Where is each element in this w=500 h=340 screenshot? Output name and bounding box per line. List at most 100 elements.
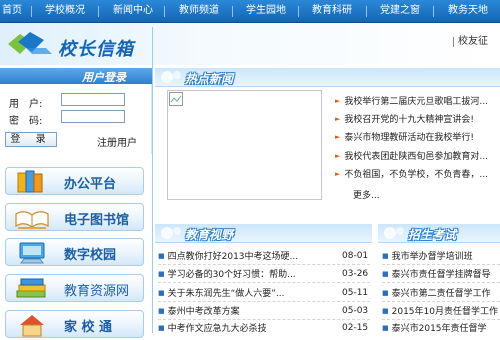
edu-vision-item[interactable]: ■ 学习必备的30个好习惯：帮助... — [158, 268, 296, 280]
hot-news-more-link[interactable]: 更多... — [353, 188, 380, 201]
arrow-bullet-icon: ► — [335, 152, 341, 160]
office-platform-button[interactable]: 办公平台 — [5, 167, 144, 195]
bubble-icon — [159, 224, 185, 245]
nav-home[interactable]: 首页 — [2, 0, 22, 22]
square-bullet-icon: ■ — [382, 270, 389, 278]
login-panel-header: 用户登录 — [0, 68, 152, 84]
square-bullet-icon: ■ — [382, 252, 389, 260]
news-item[interactable]: ► 泰兴市物理教研活动在我校举行! — [335, 131, 474, 143]
register-link[interactable]: 注册用户 — [97, 134, 137, 149]
enrollment-item[interactable]: ■ 泰兴市第二责任督学工作 — [382, 287, 491, 299]
edu-vision-item-date: 02-15 — [342, 323, 369, 333]
row-divider — [382, 301, 500, 303]
enrollment-item[interactable]: ■ 泰兴市2015年责任督学 — [382, 322, 487, 334]
education-resources-label: 教育资源网 — [64, 284, 130, 299]
news-item[interactable]: ► 我校召开党的十九大精神宣讲会! — [335, 113, 474, 125]
principal-mailbox-icon — [6, 30, 54, 61]
arrow-bullet-icon: ► — [335, 133, 341, 141]
bubble-icon — [382, 224, 408, 245]
computer-icon — [12, 241, 52, 268]
alumni-link[interactable]: 校友征 — [453, 34, 488, 50]
nav-school-overview[interactable]: 学校概况 — [45, 0, 85, 22]
square-bullet-icon: ■ — [382, 324, 389, 332]
enrollment-item[interactable]: ■ 我市举办督学培训班 — [382, 250, 473, 262]
username-label: 用 户: — [9, 99, 43, 110]
open-book-icon — [12, 206, 52, 233]
square-bullet-icon: ■ — [158, 289, 165, 297]
nav-separator — [98, 6, 99, 17]
edu-vision-item-date: 05-11 — [342, 288, 369, 298]
news-item-title: 我校代表团赴陕西旬邑参加教育对... — [344, 152, 488, 162]
edu-vision-item[interactable]: ■ 中考作文应急九大必杀技 — [158, 322, 267, 334]
arrow-bullet-icon: ► — [335, 170, 341, 178]
home-school-label: 家 校 通 — [64, 320, 113, 335]
edu-vision-item[interactable]: ■ 关于朱东润先生“做人六要”... — [158, 287, 285, 299]
login-heading: 用户登录 — [82, 71, 126, 84]
square-bullet-icon: ■ — [158, 270, 165, 278]
edu-vision-item[interactable]: ■ 四点教你打好2013中考这场硬... — [158, 250, 298, 262]
row-divider — [158, 264, 370, 266]
bubble-icon — [159, 68, 185, 89]
square-bullet-icon: ■ — [382, 307, 389, 315]
edu-vision-item-date: 08-01 — [342, 251, 369, 261]
nav-separator — [164, 6, 165, 17]
broken-image-icon — [169, 92, 183, 109]
banner-separator — [453, 37, 454, 47]
news-item[interactable]: ► 我校举行第二届庆元旦歌唱工拔河... — [335, 95, 488, 107]
news-image[interactable] — [167, 90, 322, 200]
office-platform-label: 办公平台 — [64, 177, 117, 192]
row-divider — [158, 282, 370, 284]
row-divider — [382, 264, 500, 266]
digital-campus-button[interactable]: 数字校园 — [5, 238, 144, 266]
password-input[interactable] — [61, 110, 125, 123]
square-bullet-icon: ■ — [158, 324, 165, 332]
enrollment-item-title: 2015年10月责任督学工作 — [391, 307, 498, 317]
e-library-label: 电子图书馆 — [64, 213, 130, 228]
news-item-title: 我校举行第二届庆元旦歌唱工拔河... — [344, 97, 488, 107]
alumni-link-label: 校友征 — [458, 36, 488, 47]
enrollment-item[interactable]: ■ 泰兴市责任督学挂牌督导 — [382, 268, 491, 280]
hot-news-heading: 热点新闻 — [185, 72, 234, 86]
enrollment-item-title: 泰兴市第二责任督学工作 — [391, 289, 491, 299]
arrow-bullet-icon: ► — [335, 97, 341, 105]
e-library-button[interactable]: 电子图书馆 — [5, 203, 144, 231]
nav-news-center[interactable]: 新闻中心 — [113, 0, 153, 22]
edu-vision-item-title: 学习必备的30个好习惯：帮助... — [167, 270, 296, 280]
education-resources-button[interactable]: 教育资源网 — [5, 274, 144, 302]
edu-vision-item-title: 关于朱东润先生“做人六要”... — [167, 289, 285, 299]
edu-vision-item[interactable]: ■ 泰州中考改革方案 — [158, 305, 240, 317]
nav-student-garden[interactable]: 学生园地 — [246, 0, 286, 22]
row-divider — [158, 301, 370, 303]
nav-education-research[interactable]: 教育科研 — [312, 0, 352, 22]
news-item-title: 泰兴市物理教研活动在我校举行! — [344, 133, 474, 143]
edu-vision-header: 教育视野 — [155, 224, 372, 243]
home-school-button[interactable]: 家 校 通 — [5, 310, 144, 338]
news-item[interactable]: ► 不负祖国，不负学校，不负青春，... — [335, 168, 488, 180]
edu-vision-heading: 教育视野 — [185, 228, 234, 242]
nav-separator — [298, 6, 299, 17]
row-divider — [158, 319, 370, 321]
stacked-books-icon — [12, 277, 52, 304]
row-divider — [382, 319, 500, 321]
login-button[interactable]: 登 录 — [5, 132, 57, 147]
enrollment-header: 招生考试 — [378, 224, 500, 243]
edu-vision-item-title: 泰州中考改革方案 — [167, 307, 240, 317]
hot-news-header: 热点新闻 — [155, 68, 500, 87]
principal-mailbox-title[interactable]: 校长信箱 — [58, 35, 134, 61]
row-divider — [382, 282, 500, 284]
edu-vision-item-date: 03-26 — [342, 269, 369, 279]
news-item[interactable]: ► 我校代表团赴陕西旬邑参加教育对... — [335, 150, 488, 162]
nav-academic-affairs[interactable]: 教务天地 — [448, 0, 488, 22]
nav-separator — [366, 6, 367, 17]
edu-vision-item-date: 05-03 — [342, 306, 369, 316]
news-item-title: 不负祖国，不负学校，不负青春，... — [344, 170, 488, 180]
username-input[interactable] — [61, 93, 125, 106]
square-bullet-icon: ■ — [158, 307, 165, 315]
home-school-icon — [12, 313, 52, 340]
enrollment-item[interactable]: ■ 2015年10月责任督学工作 — [382, 305, 498, 317]
password-label: 密 码: — [9, 116, 43, 127]
nav-teacher-channel[interactable]: 教师频道 — [179, 0, 219, 22]
nav-separator — [433, 6, 434, 17]
nav-party-window[interactable]: 党建之窗 — [380, 0, 420, 22]
enrollment-heading: 招生考试 — [408, 228, 457, 242]
